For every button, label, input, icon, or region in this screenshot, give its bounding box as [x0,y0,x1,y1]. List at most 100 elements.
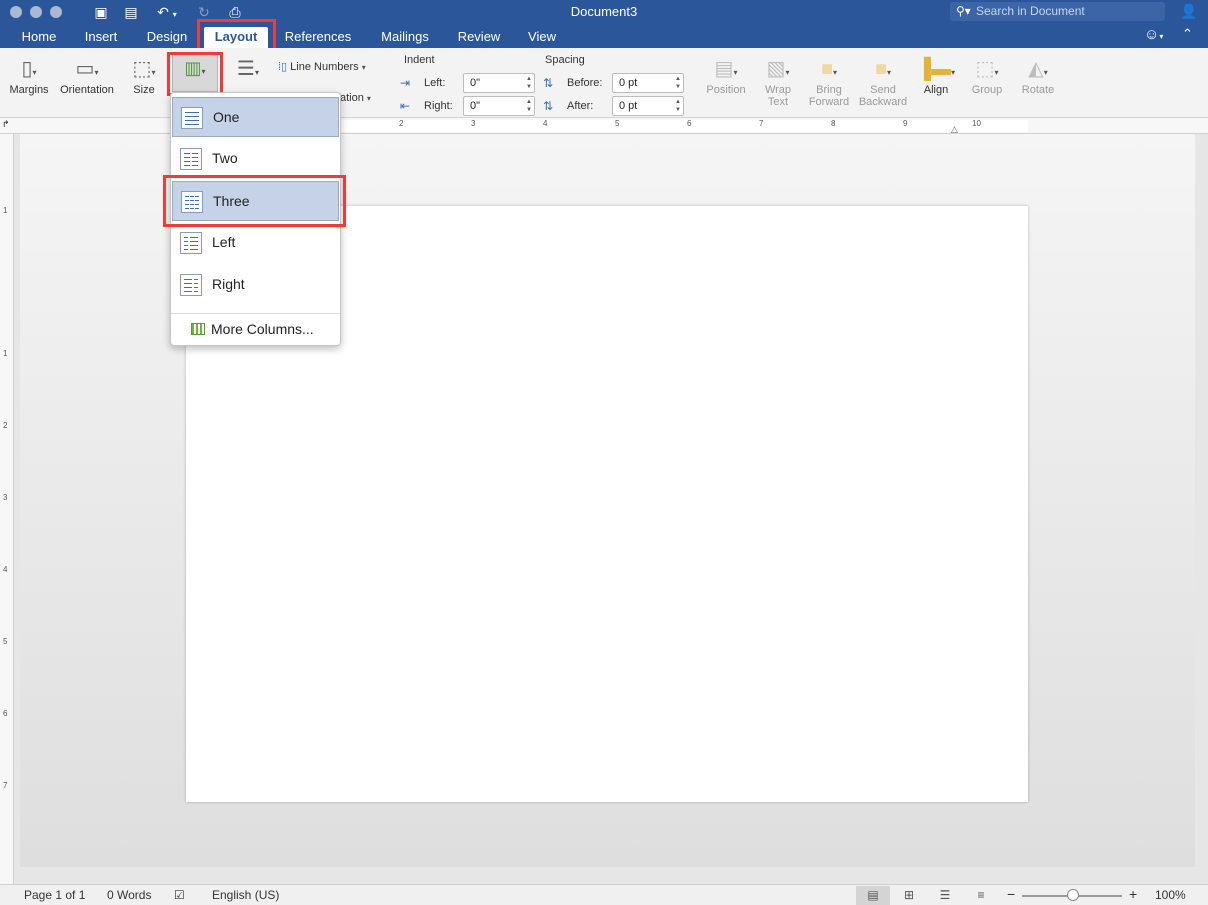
orientation-label: Orientation [60,84,114,96]
ruler-number: 9 [903,119,908,128]
two-columns-icon [180,148,202,170]
spacing-after-icon: ⇅ [543,99,554,113]
ribbon-tabs: Home Insert Design Layout References Mai… [0,24,1208,48]
group-icon: ⬚▾ [975,58,999,80]
spacing-heading: Spacing [545,54,585,66]
spacing-before-label: Before: [567,77,603,89]
share-person-icon[interactable]: 👤 [1180,3,1197,20]
three-option-highlight [163,175,346,227]
ruler-number: 10 [972,119,981,128]
wrap-text-label-2: Text [767,96,789,108]
bring-forward-label-2: Forward [808,96,850,108]
margins-button[interactable]: ▯▾ Margins [6,54,52,96]
ruler-number: 7 [759,119,764,128]
line-numbers-icon: ⁞▯ [278,61,288,73]
vruler-number: 6 [3,709,8,718]
rotate-label: Rotate [1021,84,1055,96]
spacing-before-field[interactable]: 0 pt ▲ ▼ [612,73,684,93]
group-button[interactable]: ⬚▾ Group [964,54,1010,96]
title-bar: ▣ ▤ ↶ ▾ ↻ ⎙ Document3 ⚲▾ Search in Docum… [0,0,1208,24]
tab-insert[interactable]: Insert [74,27,128,48]
position-label: Position [706,84,746,96]
ruler-number: 3 [471,119,476,128]
search-placeholder: Search in Document [976,4,1085,18]
hyphenation-button[interactable]: ation ▾ [340,92,371,104]
more-columns-label: More Columns... [211,321,314,337]
spacing-after-value: 0 pt [619,100,638,112]
zoom-level[interactable]: 100% [1155,888,1186,902]
tab-review[interactable]: Review [450,27,508,48]
position-icon: ▤▾ [714,58,738,80]
zoom-in-button[interactable]: + [1129,886,1137,902]
indent-left-field[interactable]: 0" ▲ ▼ [463,73,535,93]
align-button[interactable]: ▐▬▾ Align [914,54,958,96]
tab-mailings[interactable]: Mailings [372,27,438,48]
columns-option-one[interactable]: One [172,97,339,137]
web-layout-view-icon[interactable]: ⊞ [892,886,926,905]
size-label: Size [133,84,155,96]
columns-option-right[interactable]: Right [172,265,339,305]
vertical-ruler[interactable]: 1 1 2 3 4 5 6 7 [0,134,14,884]
indent-right-field[interactable]: 0" ▲ ▼ [463,96,535,116]
line-numbers-button[interactable]: ⁞▯ Line Numbers ▾ [278,60,366,73]
columns-option-left[interactable]: Left [172,223,339,263]
group-label: Group [971,84,1003,96]
proofing-icon[interactable]: ☑ [174,888,185,902]
size-icon: ⬚▾ [132,58,156,80]
tab-stop-selector-icon[interactable]: ↱ [2,119,10,130]
send-backward-label-1: Send [870,84,896,96]
dropdown-divider [171,313,340,314]
print-layout-view-icon[interactable]: ▤ [856,886,890,905]
spacing-after-stepper-icon[interactable]: ▲ ▼ [675,98,681,114]
tab-design[interactable]: Design [140,27,194,48]
margins-label: Margins [9,84,49,96]
one-column-icon [181,107,203,129]
position-button[interactable]: ▤▾ Position [702,54,750,96]
line-numbers-label: Line Numbers [290,61,359,73]
page-count[interactable]: Page 1 of 1 [24,888,85,902]
vruler-number: 4 [3,565,8,574]
more-columns-button[interactable]: More Columns... [191,321,314,337]
spacing-after-field[interactable]: 0 pt ▲ ▼ [612,96,684,116]
vruler-number: 1 [3,349,8,358]
columns-option-label: One [213,109,240,125]
rotate-icon: ◭▾ [1028,58,1048,80]
collapse-ribbon-icon[interactable]: ⌃ [1182,26,1193,42]
columns-button-highlight [167,52,223,96]
vruler-number: 1 [3,206,8,215]
indent-left-stepper-icon[interactable]: ▲ ▼ [526,75,532,91]
indent-left-value: 0" [470,77,481,89]
left-column-icon [180,232,202,254]
search-input[interactable]: ⚲▾ Search in Document [950,2,1165,21]
send-backward-icon: ■▾ [874,58,892,80]
vruler-number: 2 [3,421,8,430]
columns-option-two[interactable]: Two [172,139,339,179]
language-status[interactable]: English (US) [212,888,279,902]
vruler-number: 3 [3,493,8,502]
outline-view-icon[interactable]: ☰ [928,886,962,905]
align-icon: ▐▬▾ [916,58,956,80]
zoom-slider-handle[interactable] [1067,889,1079,901]
indent-right-value: 0" [470,100,481,112]
breaks-button[interactable]: ☰▾ [228,54,268,84]
wrap-text-icon: ▧▾ [766,58,790,80]
breaks-icon: ☰▾ [237,58,259,80]
draft-view-icon[interactable]: ≡ [964,886,998,905]
word-count[interactable]: 0 Words [107,888,151,902]
size-button[interactable]: ⬚▾ Size [124,54,164,96]
spacing-before-stepper-icon[interactable]: ▲ ▼ [675,75,681,91]
zoom-out-button[interactable]: − [1007,886,1015,902]
hyphenation-label: ation [340,92,364,104]
smiley-feedback-icon[interactable]: ☺▾ [1144,26,1163,43]
bring-forward-label-1: Bring [816,84,842,96]
tab-references[interactable]: References [278,27,358,48]
bring-forward-button[interactable]: ■▾ Bring Forward [804,54,854,108]
indent-right-stepper-icon[interactable]: ▲ ▼ [526,98,532,114]
orientation-button[interactable]: ▭▾ Orientation [56,54,118,96]
tab-home[interactable]: Home [12,27,66,48]
rotate-button[interactable]: ◭▾ Rotate [1014,54,1062,96]
spacing-before-value: 0 pt [619,77,638,89]
send-backward-button[interactable]: ■▾ Send Backward [856,54,910,108]
wrap-text-button[interactable]: ▧▾ Wrap Text [756,54,800,108]
tab-view[interactable]: View [518,27,566,48]
